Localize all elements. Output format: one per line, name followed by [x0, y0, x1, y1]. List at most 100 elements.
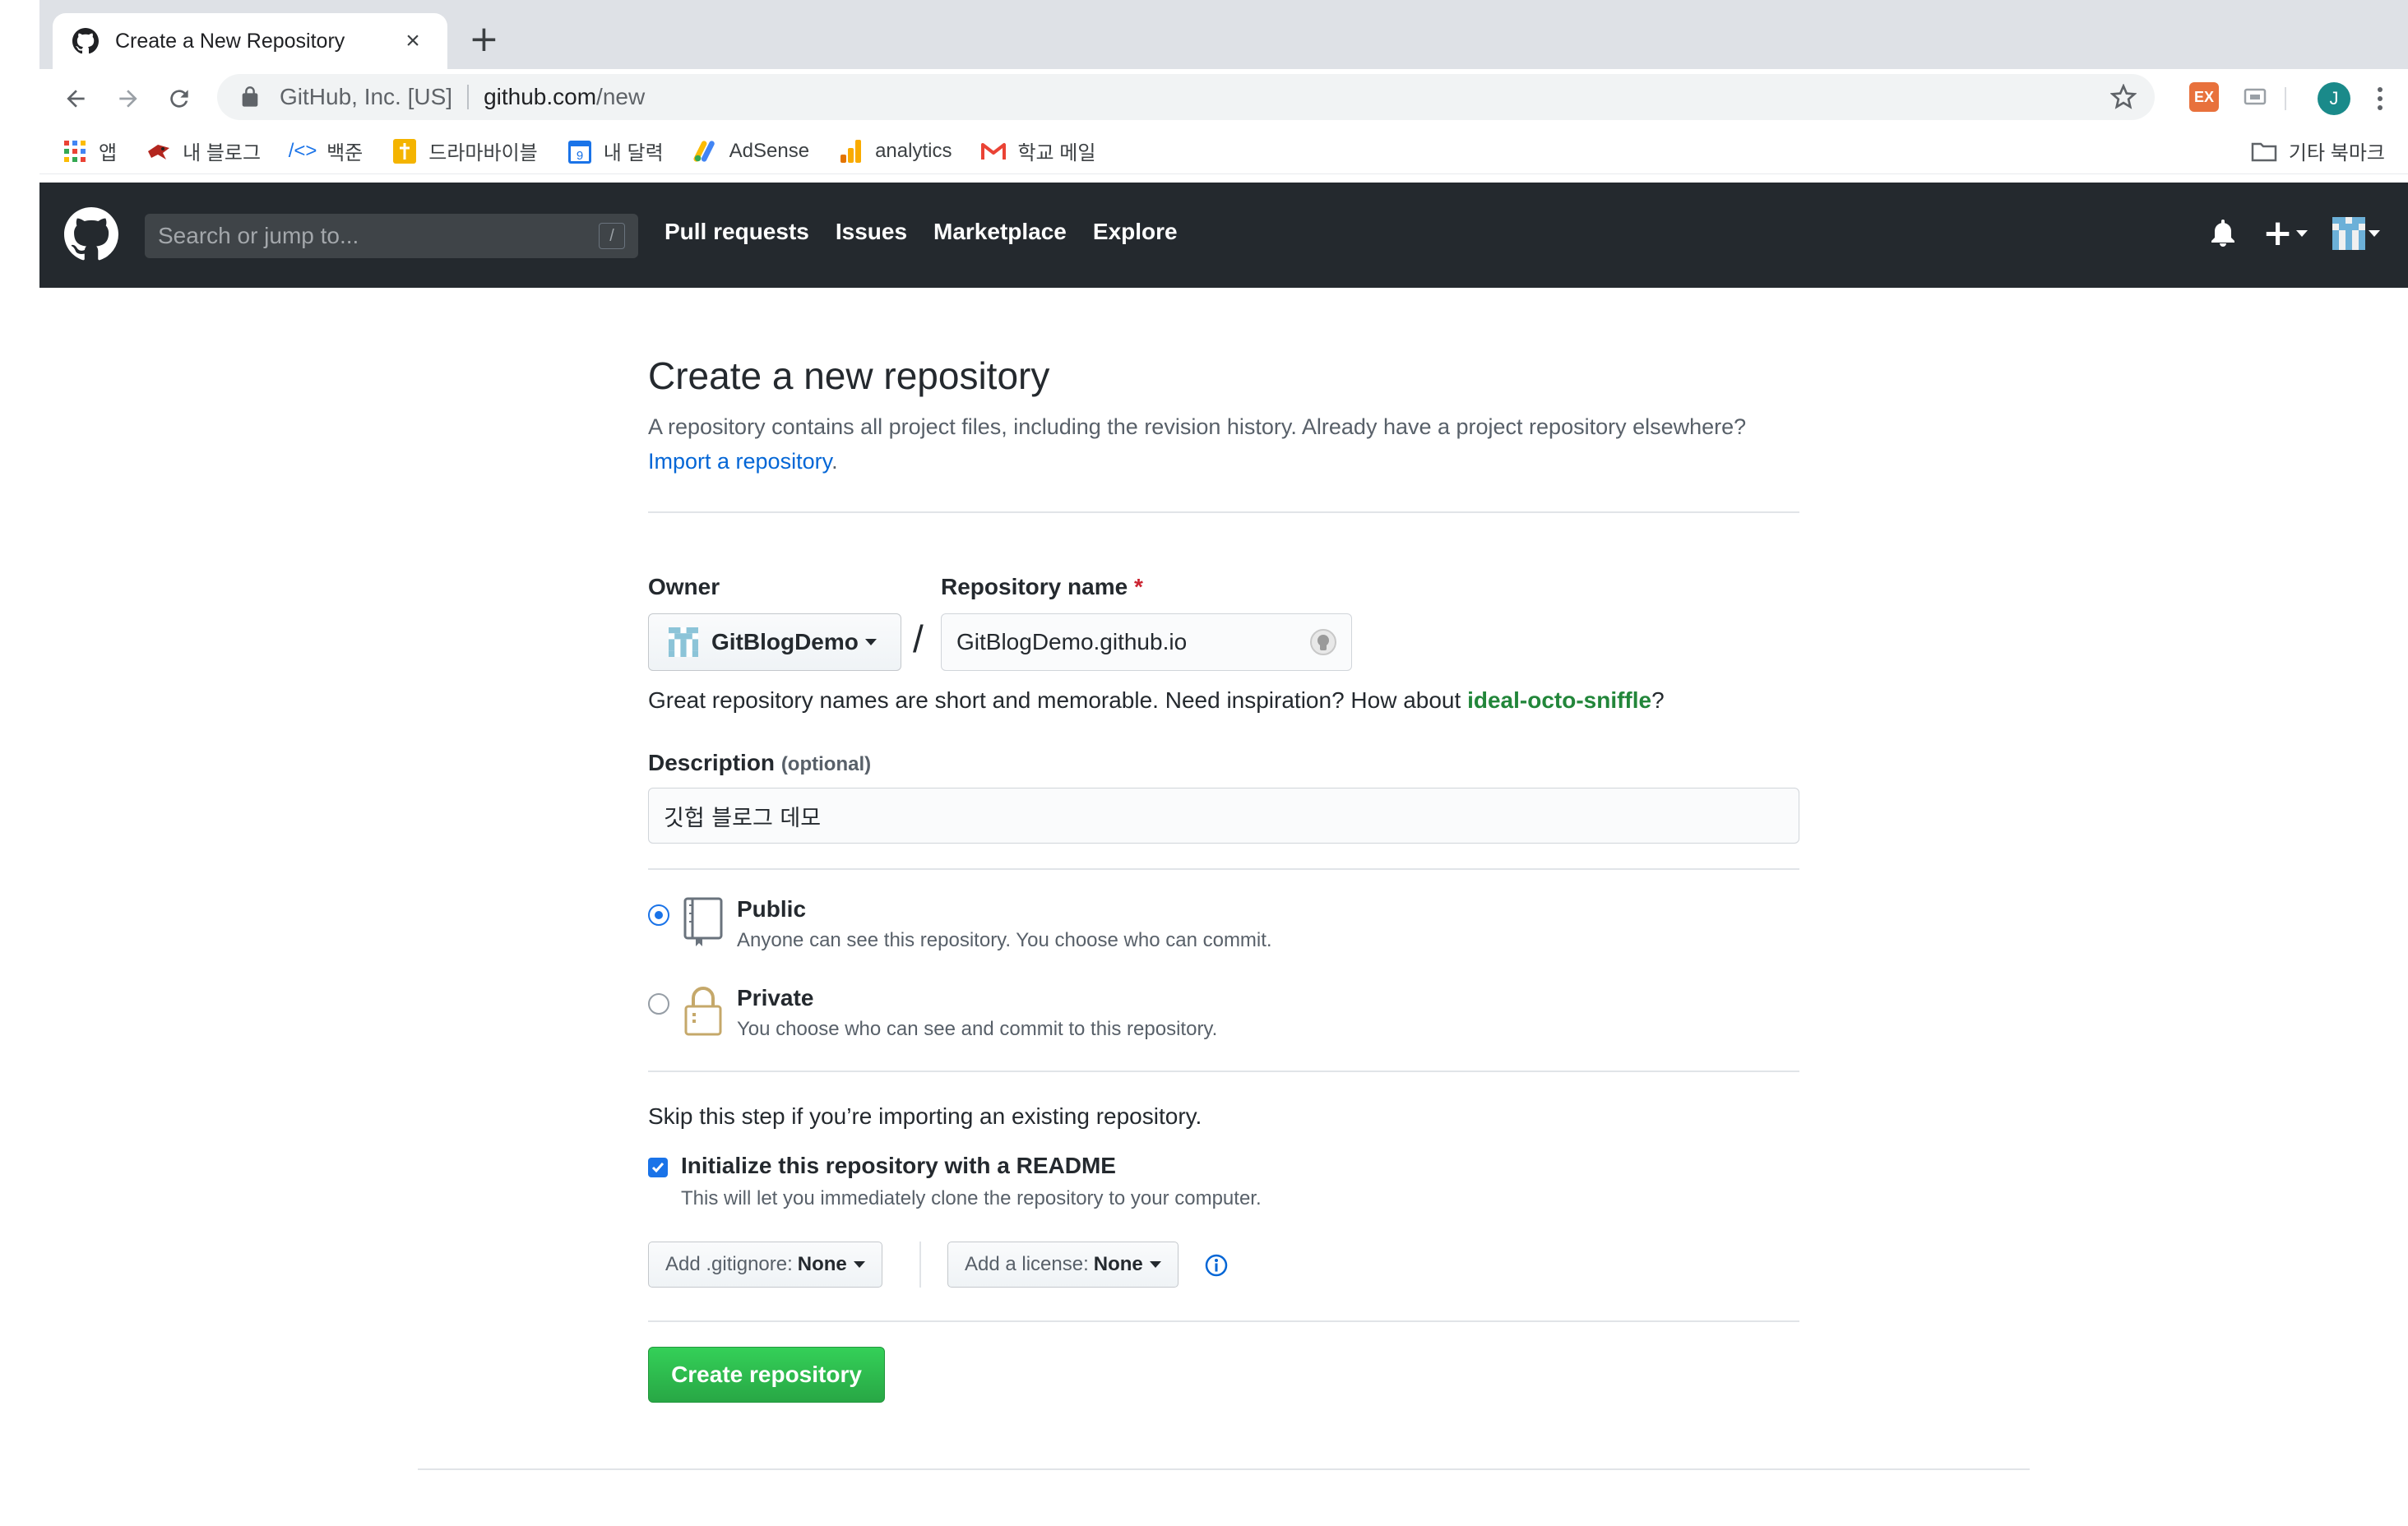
browser-toolbar: GitHub, Inc. [US] github.com/new EX J: [39, 69, 2408, 128]
bookmark-star-icon[interactable]: [2110, 84, 2137, 110]
bookmark-label: 학교 메일: [1017, 142, 1096, 164]
owner-identicon-icon: [669, 627, 698, 657]
visibility-public-option[interactable]: Public Anyone can see this repository. Y…: [648, 896, 1272, 952]
github-octocat-logo-icon[interactable]: [64, 207, 118, 261]
bookmark-label: 내 달력: [603, 142, 664, 164]
chevron-down-icon: [1149, 1261, 1161, 1268]
other-bookmarks-label: 기타 북마크: [2288, 142, 2385, 164]
readme-label[interactable]: Initialize this repository with a README: [681, 1153, 1116, 1179]
reload-button[interactable]: [163, 82, 196, 115]
bookmark-label: 드라마바이블: [428, 142, 538, 164]
public-title: Public: [737, 896, 807, 922]
bookmark-label: 백준: [326, 142, 364, 164]
subtitle-end: .: [831, 449, 838, 474]
visibility-private-option[interactable]: Private You choose who can see and commi…: [648, 985, 1217, 1041]
bookmark-baekjoon[interactable]: /<> 백준: [288, 136, 364, 165]
suggested-name-link[interactable]: ideal-octo-sniffle: [1467, 687, 1651, 713]
bookmark-apps[interactable]: 앱: [63, 136, 117, 165]
owner-label: Owner: [648, 574, 720, 599]
select-separator: [919, 1242, 921, 1288]
info-icon[interactable]: [1204, 1253, 1229, 1278]
license-value: None: [1093, 1253, 1143, 1275]
browser-menu-icon[interactable]: [2372, 82, 2388, 115]
spinner-status-icon: [1310, 629, 1336, 655]
analytics-bars-icon: [839, 139, 864, 164]
repository-name-input[interactable]: [941, 613, 1352, 671]
gitignore-label: Add .gitignore:: [665, 1253, 793, 1275]
tab-title: Create a New Repository: [115, 29, 345, 53]
footer-divider: [418, 1468, 2030, 1470]
folder-icon: [2251, 142, 2277, 161]
bookmark-drama-bible[interactable]: 드라마바이블: [392, 136, 538, 165]
public-description: Anyone can see this repository. You choo…: [737, 929, 1272, 951]
bookmark-my-blog[interactable]: 내 블로그: [146, 136, 261, 165]
nav-issues[interactable]: Issues: [836, 219, 907, 245]
license-select-button[interactable]: Add a license: None: [947, 1242, 1179, 1288]
section-divider: [648, 1320, 1799, 1322]
browser-tab-active[interactable]: Create a New Repository ×: [53, 13, 447, 69]
site-identity[interactable]: GitHub, Inc. [US]: [280, 84, 452, 110]
bookmark-calendar[interactable]: 9 내 달력: [567, 136, 664, 165]
license-label: Add a license:: [965, 1253, 1089, 1275]
optional-hint: (optional): [780, 753, 872, 775]
nav-marketplace[interactable]: Marketplace: [933, 219, 1067, 245]
section-divider: [648, 511, 1799, 513]
search-placeholder: Search or jump to...: [158, 223, 359, 248]
description-input[interactable]: [648, 788, 1799, 844]
page-subtitle: A repository contains all project files,…: [648, 409, 1799, 479]
private-description: You choose who can see and commit to thi…: [737, 1018, 1218, 1040]
user-identicon-avatar: [2332, 217, 2365, 250]
github-search-input[interactable]: Search or jump to... /: [145, 214, 638, 258]
owner-select-button[interactable]: GitBlogDemo: [648, 613, 901, 671]
nav-explore[interactable]: Explore: [1093, 219, 1178, 245]
bookmarks-bar: 앱 내 블로그 /<> 백준 드라마바이블 9 내 달력 AdSense ana…: [39, 128, 2408, 174]
inspiration-text: Great repository names are short and mem…: [648, 687, 1468, 713]
section-divider: [648, 1071, 1799, 1072]
github-main-nav: Pull requests Issues Marketplace Explore: [665, 219, 1204, 245]
new-tab-button[interactable]: +: [469, 21, 499, 58]
drama-bible-icon: [392, 138, 417, 164]
tab-close-icon[interactable]: ×: [398, 27, 428, 55]
other-bookmarks[interactable]: 기타 북마크: [2251, 136, 2385, 165]
public-radio[interactable]: [648, 904, 669, 926]
arrow-right-icon: [119, 90, 137, 108]
extension-cast-icon[interactable]: [2240, 82, 2270, 112]
calendar-day: 9: [577, 149, 583, 163]
extension-ex-icon[interactable]: EX: [2189, 82, 2219, 112]
private-radio[interactable]: [648, 993, 669, 1015]
forward-button[interactable]: [112, 82, 145, 115]
address-bar[interactable]: GitHub, Inc. [US] github.com/new: [217, 74, 2155, 120]
readme-description: This will let you immediately clone the …: [681, 1187, 1262, 1209]
bookmark-label: 내 블로그: [183, 142, 262, 164]
nav-pull-requests[interactable]: Pull requests: [665, 219, 809, 245]
code-brackets-icon: /<>: [288, 139, 317, 162]
gitignore-value: None: [797, 1253, 847, 1275]
reload-icon: [170, 90, 188, 108]
owner-repo-separator: /: [913, 617, 924, 660]
repo-book-icon: [683, 897, 723, 946]
new-repository-form: Create a new repository A repository con…: [648, 354, 1799, 1403]
back-button[interactable]: [59, 82, 92, 115]
toolbar-divider: [2285, 87, 2286, 110]
create-new-dropdown[interactable]: +: [2262, 215, 2308, 252]
chevron-down-icon: [2296, 230, 2308, 237]
bookmark-adsense[interactable]: AdSense: [693, 139, 809, 164]
bookmark-school-mail[interactable]: 학교 메일: [981, 136, 1095, 165]
header-actions: +: [2210, 215, 2380, 252]
import-repository-link[interactable]: Import a repository: [648, 449, 831, 474]
gmail-icon: [981, 139, 1007, 164]
create-repository-button[interactable]: Create repository: [648, 1347, 885, 1403]
chevron-down-icon: [853, 1261, 865, 1268]
inspiration-end: ?: [1651, 687, 1665, 713]
notification-bell-icon[interactable]: [2210, 220, 2236, 247]
name-inspiration: Great repository names are short and mem…: [648, 687, 1665, 714]
user-menu-dropdown[interactable]: [2332, 217, 2380, 250]
profile-avatar[interactable]: J: [2318, 82, 2350, 115]
bookmark-analytics[interactable]: analytics: [839, 139, 952, 164]
repo-name-label: Repository name *: [941, 574, 1143, 600]
description-label: Description (optional): [648, 750, 871, 776]
apps-grid-icon: [63, 139, 87, 164]
readme-checkbox[interactable]: [648, 1158, 668, 1177]
skip-note: Skip this step if you’re importing an ex…: [648, 1103, 1202, 1129]
gitignore-select-button[interactable]: Add .gitignore: None: [648, 1242, 882, 1288]
